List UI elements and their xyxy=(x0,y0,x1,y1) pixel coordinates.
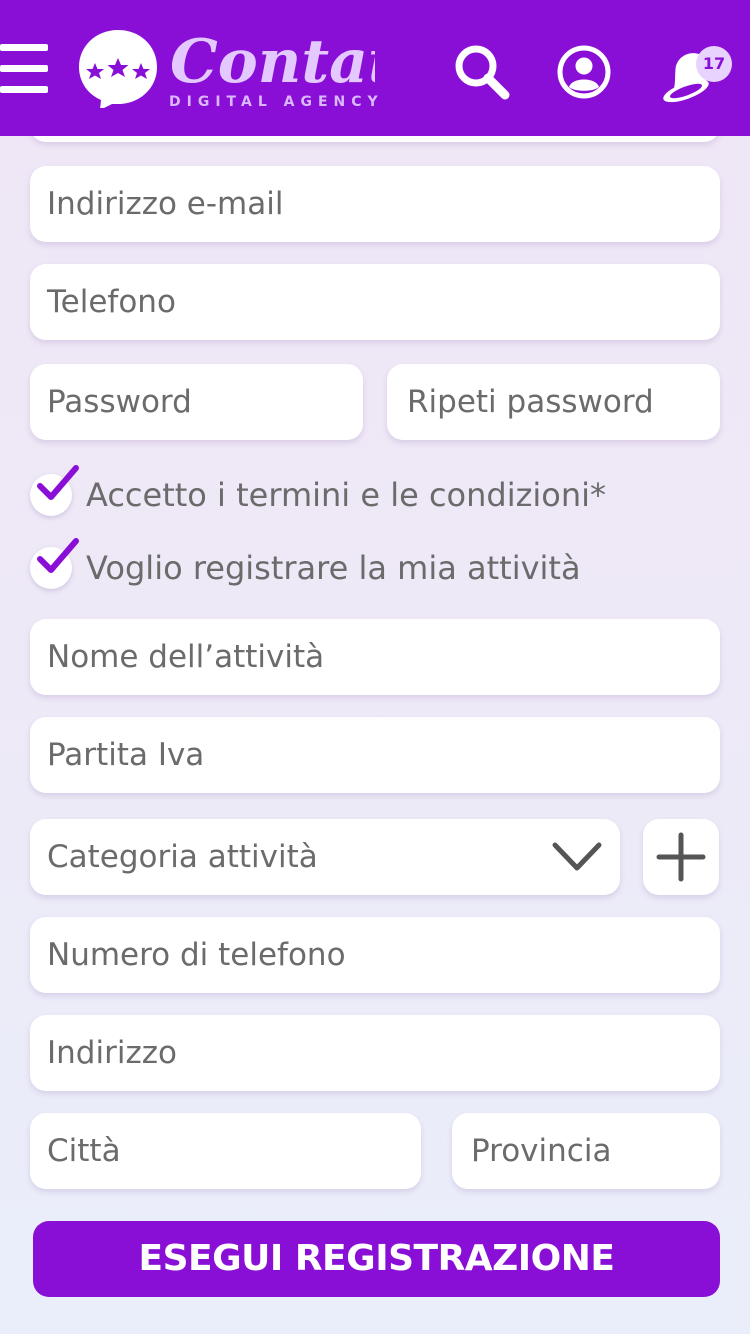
search-icon[interactable] xyxy=(452,42,512,102)
submit-registration-button[interactable]: ESEGUI REGISTRAZIONE xyxy=(33,1221,720,1297)
logo-wordmark: Contat xyxy=(170,27,375,90)
business-phone-field[interactable]: Numero di telefono xyxy=(30,917,720,993)
checkmark-icon xyxy=(37,538,79,573)
register-business-checkbox-row[interactable]: Voglio registrare la mia attività xyxy=(30,538,630,593)
app-header: Contat DIGITAL AGENCY 17 xyxy=(0,0,750,136)
register-business-label: Voglio registrare la mia attività xyxy=(86,549,581,587)
province-field[interactable]: Provincia xyxy=(452,1113,720,1189)
menu-icon[interactable] xyxy=(0,44,48,94)
business-name-field[interactable]: Nome dell’attività xyxy=(30,619,720,695)
password-field[interactable]: Password xyxy=(30,364,363,440)
svg-text:Contat: Contat xyxy=(170,27,375,90)
terms-label: Accetto i termini e le condizioni* xyxy=(86,476,607,514)
terms-checkbox-row[interactable]: Accetto i termini e le condizioni* xyxy=(30,465,630,520)
address-field[interactable]: Indirizzo xyxy=(30,1015,720,1091)
email-field[interactable]: Indirizzo e-mail xyxy=(30,166,720,242)
checkmark-icon xyxy=(37,465,79,500)
user-icon[interactable] xyxy=(556,44,612,100)
logo-bubble-icon xyxy=(79,30,157,108)
category-select[interactable]: Categoria attività xyxy=(30,819,620,895)
repeat-password-field[interactable]: Ripeti password xyxy=(387,364,720,440)
phone-field[interactable]: Telefono xyxy=(30,264,720,340)
city-field[interactable]: Città xyxy=(30,1113,421,1189)
notification-badge: 17 xyxy=(696,46,732,82)
logo-subtitle: DIGITAL AGENCY xyxy=(169,94,384,110)
chevron-down-icon[interactable] xyxy=(552,840,602,874)
vat-number-field[interactable]: Partita Iva xyxy=(30,717,720,793)
add-category-button[interactable] xyxy=(643,819,719,895)
plus-icon xyxy=(656,832,706,882)
